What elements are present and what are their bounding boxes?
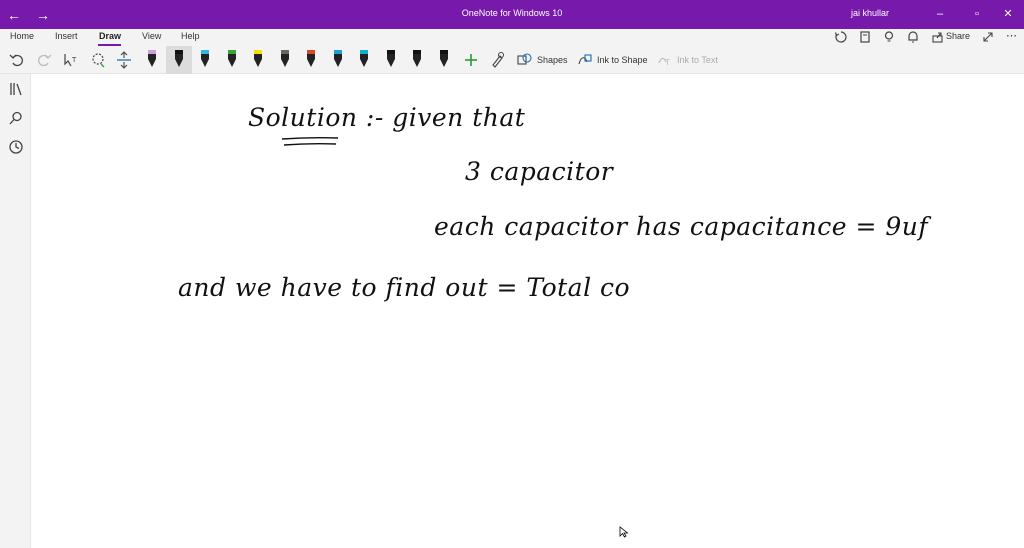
pen-5[interactable] xyxy=(252,48,264,70)
undo-icon[interactable] xyxy=(7,50,27,70)
close-icon[interactable]: ✕ xyxy=(998,5,1018,23)
tab-help[interactable]: Help xyxy=(181,31,200,41)
draw-toolbar: T Shapes Ink to Shape T Ink to Text xyxy=(0,46,1024,74)
ink-to-text-icon[interactable]: T xyxy=(655,50,675,70)
ink-to-shape-icon[interactable] xyxy=(575,50,595,70)
user-name[interactable]: jai khullar xyxy=(851,8,889,18)
pen-9[interactable] xyxy=(358,48,370,70)
pen-2[interactable] xyxy=(173,48,185,70)
title-bar: ← → OneNote for Windows 10 jai khullar –… xyxy=(0,0,1024,29)
tab-view[interactable]: View xyxy=(142,31,161,41)
search-icon[interactable] xyxy=(8,110,24,126)
svg-text:T: T xyxy=(664,58,670,67)
tab-home[interactable]: Home xyxy=(10,31,34,41)
mouse-cursor-icon xyxy=(619,526,629,538)
svg-text:T: T xyxy=(71,56,77,64)
minimize-icon[interactable]: – xyxy=(930,5,950,23)
handwritten-line-1: Solution :- given that xyxy=(248,103,526,132)
ink-to-text-button[interactable]: Ink to Text xyxy=(677,55,718,65)
add-space-icon[interactable] xyxy=(114,50,134,70)
navigation-rail xyxy=(0,74,31,548)
share-icon[interactable] xyxy=(931,30,945,44)
note-canvas[interactable]: Solution :- given that 3 capacitor each … xyxy=(32,75,1024,548)
type-select-icon[interactable]: T xyxy=(61,50,81,70)
handwritten-line-2: 3 capacitor xyxy=(465,157,614,186)
pen-6[interactable] xyxy=(279,48,291,70)
pen-12[interactable] xyxy=(438,48,450,70)
ink-to-shape-button[interactable]: Ink to Shape xyxy=(597,55,648,65)
shapes-icon[interactable] xyxy=(515,50,535,70)
pen-7[interactable] xyxy=(305,48,317,70)
restore-icon[interactable]: ▫ xyxy=(967,5,987,23)
pen-10[interactable] xyxy=(385,48,397,70)
notebooks-icon[interactable] xyxy=(8,81,24,97)
handwritten-line-3: each capacitor has capacitance = 9uf xyxy=(434,212,929,241)
tab-draw[interactable]: Draw xyxy=(99,31,121,41)
redo-icon[interactable] xyxy=(34,50,54,70)
pen-11[interactable] xyxy=(411,48,423,70)
lasso-select-icon[interactable] xyxy=(88,50,108,70)
tab-insert[interactable]: Insert xyxy=(55,31,78,41)
pen-1[interactable] xyxy=(146,48,158,70)
more-options-icon[interactable]: ⋯ xyxy=(1006,29,1017,42)
notebook-icon[interactable] xyxy=(858,30,872,44)
ruler-pen-icon[interactable] xyxy=(488,50,508,70)
bell-icon[interactable] xyxy=(906,30,920,44)
add-pen-icon[interactable] xyxy=(461,50,481,70)
handwritten-line-4: and we have to find out = Total co xyxy=(178,273,631,302)
ribbon-tabs: Home Insert Draw View Help Share ⋯ xyxy=(0,29,1024,46)
shapes-button[interactable]: Shapes xyxy=(537,55,568,65)
solution-underline xyxy=(281,136,339,146)
share-button[interactable]: Share xyxy=(946,31,970,41)
pen-4[interactable] xyxy=(226,48,238,70)
sync-icon[interactable] xyxy=(834,30,848,44)
pen-3[interactable] xyxy=(199,48,211,70)
expand-icon[interactable] xyxy=(981,30,995,44)
recent-notes-icon[interactable] xyxy=(8,139,24,155)
pen-8[interactable] xyxy=(332,48,344,70)
lightbulb-icon[interactable] xyxy=(882,30,896,44)
